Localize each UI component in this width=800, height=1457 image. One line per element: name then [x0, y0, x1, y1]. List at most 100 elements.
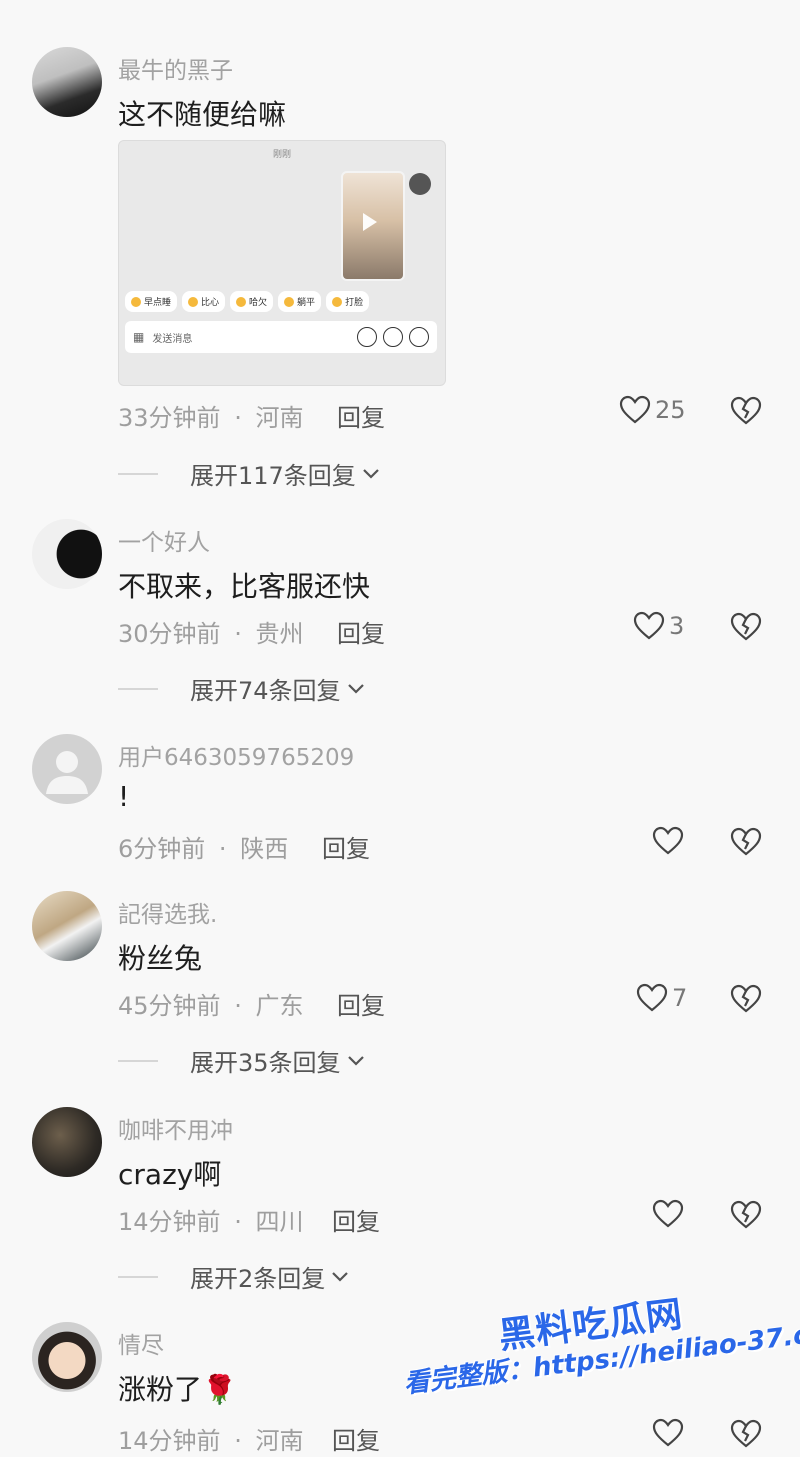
heart-icon	[652, 826, 684, 855]
reply-button[interactable]: 回复	[337, 614, 385, 649]
like-count: 3	[669, 612, 685, 640]
comment-image[interactable]: 刚刚 早点睡 比心 哈欠 躺平 打脸 ▦ 发送消息	[118, 140, 446, 386]
comment-time: 14分钟前	[118, 1208, 221, 1236]
broken-heart-icon[interactable]	[730, 984, 762, 1014]
comment-location: 陕西	[240, 835, 289, 863]
expand-label: 展开2条回复	[190, 1265, 326, 1293]
separator: ·	[218, 835, 227, 863]
expand-label: 展开35条回复	[190, 1049, 341, 1077]
message-input-preview: ▦ 发送消息	[125, 321, 437, 353]
separator: ·	[234, 620, 242, 648]
comment-username[interactable]: 咖啡不用冲	[118, 1111, 233, 1145]
heart-icon	[652, 1418, 684, 1447]
comment-meta: 14分钟前 · 河南	[118, 1421, 303, 1456]
divider	[118, 1275, 158, 1278]
reply-button[interactable]: 回复	[322, 829, 370, 864]
expand-label: 展开117条回复	[190, 462, 356, 490]
comment-text: crazy啊	[118, 1158, 222, 1191]
quick-reactions: 早点睡 比心 哈欠 躺平 打脸	[125, 291, 370, 312]
expand-replies[interactable]: 展开2条回复	[118, 1259, 349, 1294]
like-button[interactable]: 7	[636, 983, 687, 1013]
comment-username[interactable]: 用户6463059765209	[118, 738, 354, 772]
reply-button[interactable]: 回复	[332, 1421, 380, 1456]
comment-location: 广东	[255, 992, 304, 1020]
like-button[interactable]	[652, 1199, 684, 1229]
separator: ·	[234, 1208, 242, 1236]
like-button[interactable]: 3	[633, 611, 684, 641]
expand-replies[interactable]: 展开74条回复	[118, 671, 365, 706]
voice-icon	[357, 327, 377, 347]
like-count: 7	[672, 984, 688, 1012]
comment-location: 贵州	[255, 620, 304, 648]
chevron-down-icon	[347, 683, 364, 694]
apps-icon: ▦	[133, 330, 145, 344]
comment-username[interactable]: 最牛的黑子	[118, 51, 233, 85]
separator: ·	[234, 992, 242, 1020]
comment-time: 33分钟前	[118, 404, 221, 432]
thumbnail-time: 刚刚	[272, 150, 291, 160]
comment-location: 四川	[255, 1208, 304, 1236]
comment-meta: 45分钟前 · 广东	[118, 986, 303, 1021]
comment-username[interactable]: 記得选我.	[118, 895, 217, 929]
emoji-icon	[383, 327, 403, 347]
heart-icon	[619, 395, 651, 424]
reaction-chip: 躺平	[278, 291, 322, 312]
broken-heart-icon[interactable]	[730, 396, 762, 426]
reply-button[interactable]: 回复	[332, 1202, 380, 1237]
reaction-chip: 早点睡	[125, 291, 178, 312]
avatar[interactable]	[32, 891, 102, 961]
reply-button[interactable]: 回复	[337, 986, 385, 1021]
reaction-chip: 比心	[182, 291, 226, 312]
expand-replies[interactable]: 展开35条回复	[118, 1043, 365, 1078]
comment-time: 6分钟前	[118, 835, 206, 863]
like-button[interactable]	[652, 826, 684, 856]
mini-avatar	[409, 173, 431, 195]
comment-text: 粉丝兔	[118, 942, 203, 975]
comment-time: 14分钟前	[118, 1427, 221, 1455]
avatar[interactable]	[32, 1322, 102, 1392]
plus-icon	[409, 327, 429, 347]
broken-heart-icon[interactable]	[730, 612, 762, 642]
avatar[interactable]	[32, 519, 102, 589]
comment-username[interactable]: 一个好人	[118, 523, 210, 557]
rose-emoji: 🌹	[202, 1373, 237, 1406]
comment-text: 这不随便给嘛	[118, 98, 287, 131]
separator: ·	[234, 404, 242, 432]
reaction-chip: 哈欠	[230, 291, 274, 312]
heart-icon	[636, 983, 668, 1012]
like-button[interactable]: 25	[619, 395, 686, 425]
heart-icon	[652, 1199, 684, 1228]
avatar[interactable]	[32, 47, 102, 117]
comment-location: 河南	[255, 1427, 304, 1455]
user-icon	[46, 751, 88, 794]
comment-meta: 6分钟前 · 陕西	[118, 829, 288, 864]
avatar[interactable]	[32, 1107, 102, 1177]
reply-button[interactable]: 回复	[337, 398, 385, 433]
like-button[interactable]	[652, 1418, 684, 1448]
comment-meta: 30分钟前 · 贵州	[118, 614, 303, 649]
chevron-down-icon	[347, 1055, 364, 1066]
expand-label: 展开74条回复	[190, 677, 341, 705]
heart-icon	[633, 611, 665, 640]
reaction-chip: 打脸	[326, 291, 370, 312]
broken-heart-icon[interactable]	[730, 1200, 762, 1230]
broken-heart-icon[interactable]	[730, 827, 762, 857]
default-avatar[interactable]	[32, 734, 102, 804]
comment-text-body: 涨粉了	[118, 1373, 203, 1406]
chevron-down-icon	[332, 1271, 349, 1282]
play-icon	[363, 213, 377, 231]
chevron-down-icon	[363, 468, 379, 479]
comment-location: 河南	[255, 404, 304, 432]
comment-meta: 33分钟前 · 河南	[118, 398, 303, 433]
expand-replies[interactable]: 展开117条回复	[118, 456, 380, 491]
divider	[118, 472, 158, 475]
comment-meta: 14分钟前 · 四川	[118, 1202, 303, 1237]
input-placeholder: 发送消息	[152, 333, 193, 345]
broken-heart-icon[interactable]	[730, 1419, 762, 1449]
divider	[118, 687, 158, 690]
comment-time: 45分钟前	[118, 992, 221, 1020]
comment-username[interactable]: 情尽	[118, 1326, 164, 1360]
comment-time: 30分钟前	[118, 620, 221, 648]
separator: ·	[234, 1427, 242, 1455]
like-count: 25	[655, 396, 686, 424]
